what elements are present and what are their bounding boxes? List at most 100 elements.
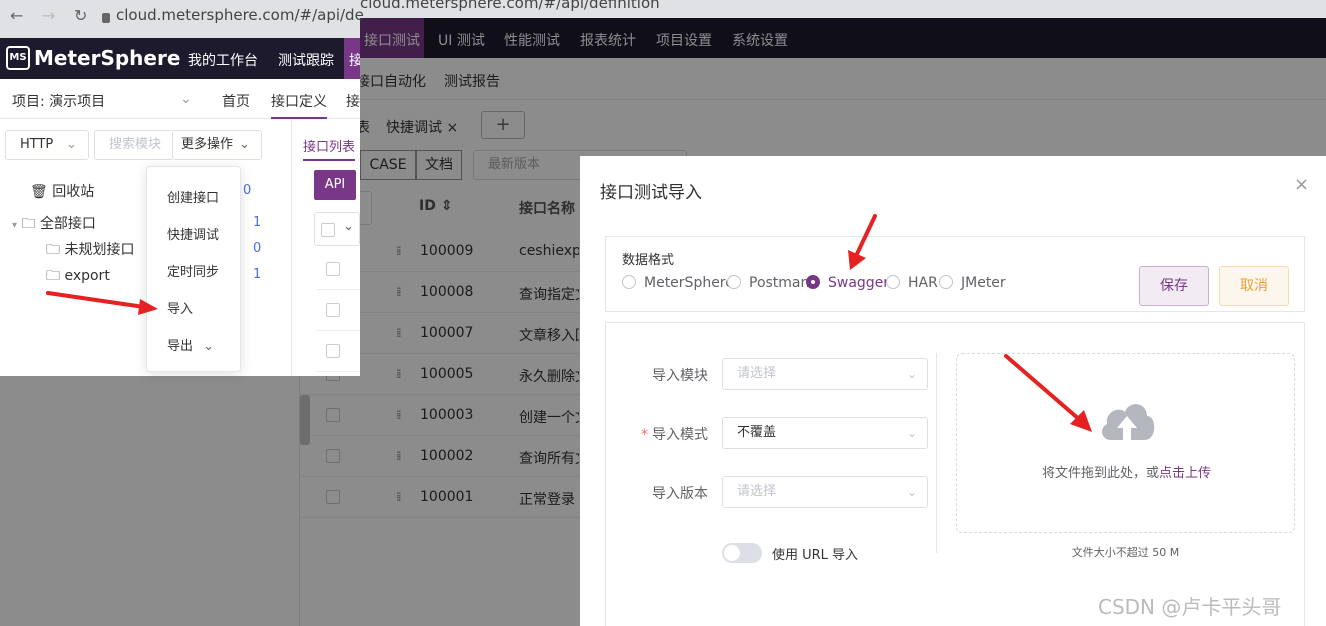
- tab-quick-debug[interactable]: 快捷调试 ×: [386, 117, 458, 137]
- table-row-checkbox-cell[interactable]: [316, 290, 360, 331]
- browser-url[interactable]: cloud.metersphere.com/#/api/definition: [360, 0, 660, 12]
- protocol-select[interactable]: HTTP ⌄: [5, 130, 89, 160]
- add-tab-button[interactable]: +: [481, 111, 525, 139]
- row-name[interactable]: 查询指定文章: [519, 284, 579, 304]
- table-row[interactable]: ⁞⁞ 100001 正常登录: [300, 477, 590, 518]
- nav-item-ui-test[interactable]: UI 测试: [438, 30, 485, 50]
- chevron-down-icon: ⌄: [343, 219, 354, 234]
- menu-item-scheduled-sync[interactable]: 定时同步: [167, 261, 219, 280]
- menu-item-create-api[interactable]: 创建接口: [167, 187, 219, 206]
- subnav-api-definition[interactable]: 接口定义: [271, 91, 327, 119]
- project-selector[interactable]: 项目: 演示项目: [12, 91, 105, 111]
- browser-url[interactable]: cloud.metersphere.com/#/api/de: [116, 6, 364, 24]
- radio-icon[interactable]: [806, 275, 820, 289]
- drag-handle-icon[interactable]: ⁞⁞: [396, 449, 401, 463]
- column-name[interactable]: 接口名称: [519, 198, 575, 218]
- row-checkbox[interactable]: [326, 303, 340, 317]
- nav-item-reports[interactable]: 报表统计: [580, 30, 636, 50]
- row-checkbox[interactable]: [326, 449, 340, 463]
- row-checkbox[interactable]: [326, 262, 340, 276]
- row-name[interactable]: ceshiexport: [519, 243, 579, 259]
- pane-splitter[interactable]: [300, 395, 310, 445]
- drag-handle-icon[interactable]: ⁞⁞: [396, 285, 401, 299]
- row-name[interactable]: 正常登录: [519, 489, 579, 509]
- pane-divider: [291, 120, 292, 376]
- row-checkbox[interactable]: [326, 408, 340, 422]
- subnav-item-report[interactable]: 测试报告: [444, 71, 500, 91]
- table-row[interactable]: ⁞⁞ 100003 创建一个文章: [300, 395, 590, 436]
- nav-item-performance[interactable]: 性能测试: [504, 30, 560, 50]
- nav-item-system-settings[interactable]: 系统设置: [732, 30, 788, 50]
- subnav-home[interactable]: 首页: [222, 91, 250, 111]
- radio-icon[interactable]: [939, 275, 953, 289]
- drag-handle-icon[interactable]: ⁞⁞: [396, 244, 401, 258]
- nav-item-test-tracking[interactable]: 测试跟踪: [278, 50, 334, 70]
- forward-icon[interactable]: →: [42, 6, 55, 25]
- row-id: 100003: [420, 407, 474, 423]
- row-name[interactable]: 永久删除文章: [519, 366, 579, 386]
- tree-item-all[interactable]: ▾ 🗀 全部接口: [12, 213, 96, 237]
- radio-icon[interactable]: [622, 275, 636, 289]
- chevron-down-icon[interactable]: ⌄: [180, 91, 192, 107]
- tab-close-icon[interactable]: ×: [446, 120, 458, 136]
- drag-handle-icon[interactable]: ⁞⁞: [396, 326, 401, 340]
- radio-har[interactable]: HAR: [886, 275, 938, 291]
- radio-metersphere[interactable]: MeterSphere: [622, 275, 734, 291]
- browser-address-bar[interactable]: cloud.metersphere.com/#/api/definition: [360, 0, 1326, 18]
- table-row-checkbox-cell[interactable]: [316, 249, 360, 290]
- drag-handle-icon[interactable]: ⁞⁞: [396, 408, 401, 422]
- subnav-fragment[interactable]: 接: [346, 91, 360, 111]
- row-name[interactable]: 查询所有文章: [519, 448, 579, 468]
- nav-item-api-test[interactable]: 接口测试: [360, 18, 424, 58]
- radio-icon[interactable]: [727, 275, 741, 289]
- drag-handle-icon[interactable]: ⁞⁞: [396, 367, 401, 381]
- nav-item-workbench[interactable]: 我的工作台: [188, 50, 258, 70]
- caret-down-icon[interactable]: ▾: [12, 220, 17, 231]
- url-import-toggle[interactable]: [722, 543, 762, 563]
- tree-item-recycle[interactable]: 🗑 回收站: [30, 181, 94, 201]
- radio-jmeter[interactable]: JMeter: [939, 275, 1006, 291]
- metersphere-logo-icon: MS: [6, 46, 30, 70]
- api-button[interactable]: API: [314, 170, 356, 200]
- format-label: 数据格式: [622, 253, 675, 268]
- module-select[interactable]: 请选择 ⌄: [722, 358, 928, 390]
- radio-icon[interactable]: [886, 275, 900, 289]
- toggle-knob[interactable]: [724, 545, 740, 561]
- row-checkbox[interactable]: [326, 344, 340, 358]
- cancel-button[interactable]: 取消: [1219, 266, 1289, 306]
- nav-item-project-settings[interactable]: 项目设置: [656, 30, 712, 50]
- tree-item-unplanned[interactable]: 🗀 未规划接口: [46, 239, 134, 263]
- row-name[interactable]: 文章移入回收站: [519, 325, 579, 345]
- subnav-item-automation[interactable]: 接口自动化: [356, 71, 426, 91]
- row-name[interactable]: 创建一个文章: [519, 407, 579, 427]
- sort-icon[interactable]: ⇕: [441, 198, 453, 214]
- case-button[interactable]: CASE: [360, 150, 416, 180]
- select-all-checkbox[interactable]: [321, 223, 335, 237]
- table-row[interactable]: ⁞⁞ 100002 查询所有文章: [300, 436, 590, 477]
- version-select[interactable]: 请选择 ⌄: [722, 476, 928, 508]
- table-row-checkbox-cell[interactable]: [316, 331, 360, 372]
- close-icon[interactable]: ×: [1294, 174, 1309, 195]
- column-id[interactable]: ID ⇕: [419, 198, 452, 214]
- reload-icon[interactable]: ↻: [74, 6, 87, 25]
- doc-button[interactable]: 文档: [416, 150, 462, 180]
- more-actions-button[interactable]: 更多操作 ⌄: [172, 130, 262, 160]
- menu-item-quick-debug[interactable]: 快捷调试: [167, 224, 219, 243]
- tab-api-list[interactable]: 接口列表: [303, 136, 356, 161]
- upload-dropzone[interactable]: 将文件拖到此处，或点击上传: [956, 353, 1295, 533]
- row-checkbox[interactable]: [326, 490, 340, 504]
- tree-item-export[interactable]: 🗀 export: [46, 265, 110, 289]
- save-button[interactable]: 保存: [1139, 266, 1209, 306]
- drag-handle-icon[interactable]: ⁞⁞: [396, 490, 401, 504]
- browser-toolbar: ← → ↻ cloud.metersphere.com/#/api/de: [0, 0, 364, 38]
- module-search-input[interactable]: 搜索模块: [94, 130, 172, 160]
- back-icon[interactable]: ←: [10, 6, 23, 25]
- radio-postman[interactable]: Postman: [727, 275, 809, 291]
- mode-select[interactable]: 不覆盖 ⌄: [722, 417, 928, 449]
- nav-item-api-test-fragment[interactable]: 接: [344, 38, 360, 79]
- menu-item-import[interactable]: 导入: [167, 298, 193, 317]
- menu-item-export[interactable]: 导出 ⌄: [167, 335, 214, 354]
- select-all-dropdown[interactable]: ⌄: [314, 212, 360, 246]
- radio-swagger[interactable]: Swagger: [806, 275, 889, 291]
- click-upload-link[interactable]: 点击上传: [1159, 466, 1211, 481]
